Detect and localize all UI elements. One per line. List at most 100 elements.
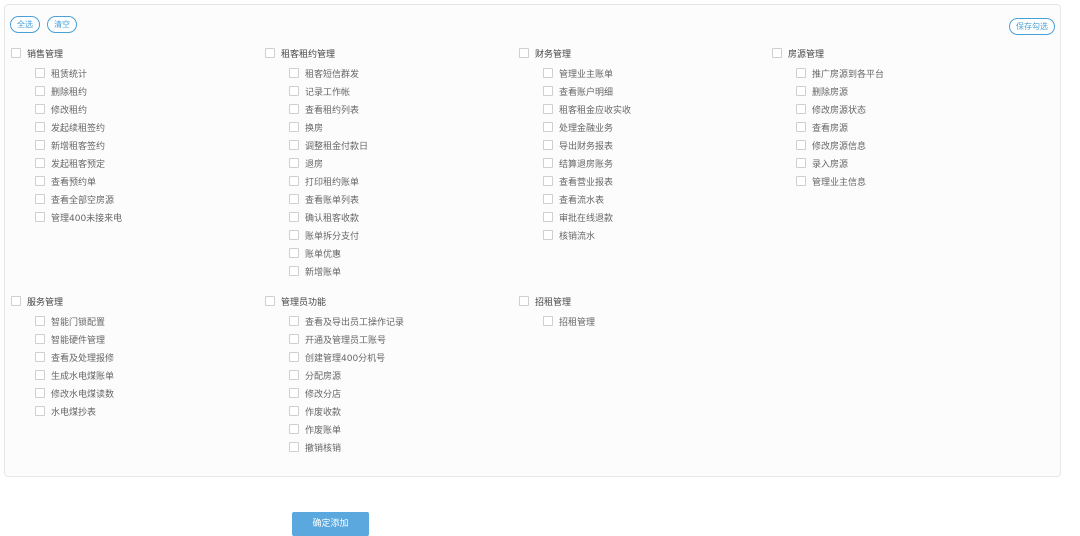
- permission-checkbox[interactable]: [35, 68, 45, 78]
- permission-checkbox[interactable]: [289, 388, 299, 398]
- permission-checkbox[interactable]: [289, 316, 299, 326]
- permission-checkbox[interactable]: [35, 158, 45, 168]
- group-checkbox[interactable]: [519, 48, 529, 58]
- permission-item[interactable]: 修改分店: [289, 384, 404, 402]
- permission-checkbox[interactable]: [796, 140, 806, 150]
- permission-checkbox[interactable]: [543, 68, 553, 78]
- permission-item[interactable]: 新增租客签约: [35, 136, 122, 154]
- permission-checkbox[interactable]: [543, 158, 553, 168]
- group-header[interactable]: 房源管理: [772, 46, 884, 60]
- save-selection-button[interactable]: 保存勾选: [1009, 18, 1055, 35]
- permission-item[interactable]: 录入房源: [796, 154, 884, 172]
- permission-item[interactable]: 招租管理: [543, 312, 595, 330]
- group-checkbox[interactable]: [265, 296, 275, 306]
- permission-item[interactable]: 处理金融业务: [543, 118, 631, 136]
- permission-checkbox[interactable]: [543, 230, 553, 240]
- permission-checkbox[interactable]: [289, 86, 299, 96]
- permission-item[interactable]: 修改租约: [35, 100, 122, 118]
- permission-checkbox[interactable]: [543, 316, 553, 326]
- permission-checkbox[interactable]: [796, 122, 806, 132]
- permission-checkbox[interactable]: [289, 122, 299, 132]
- permission-checkbox[interactable]: [543, 104, 553, 114]
- permission-item[interactable]: 查看全部空房源: [35, 190, 122, 208]
- permission-checkbox[interactable]: [543, 86, 553, 96]
- permission-item[interactable]: 水电煤抄表: [35, 402, 114, 420]
- permission-item[interactable]: 修改房源信息: [796, 136, 884, 154]
- permission-item[interactable]: 记录工作帐: [289, 82, 368, 100]
- permission-item[interactable]: 分配房源: [289, 366, 404, 384]
- permission-item[interactable]: 开通及管理员工账号: [289, 330, 404, 348]
- group-checkbox[interactable]: [519, 296, 529, 306]
- group-header[interactable]: 销售管理: [11, 46, 122, 60]
- group-checkbox[interactable]: [772, 48, 782, 58]
- permission-checkbox[interactable]: [543, 212, 553, 222]
- permission-item[interactable]: 租客租金应收实收: [543, 100, 631, 118]
- group-header[interactable]: 管理员功能: [265, 294, 404, 308]
- permission-checkbox[interactable]: [35, 212, 45, 222]
- permission-item[interactable]: 智能硬件管理: [35, 330, 114, 348]
- permission-checkbox[interactable]: [289, 352, 299, 362]
- permission-checkbox[interactable]: [543, 140, 553, 150]
- permission-item[interactable]: 推广房源到各平台: [796, 64, 884, 82]
- permission-checkbox[interactable]: [289, 176, 299, 186]
- permission-item[interactable]: 发起续租签约: [35, 118, 122, 136]
- permission-item[interactable]: 管理400未接来电: [35, 208, 122, 226]
- permission-item[interactable]: 退房: [289, 154, 368, 172]
- permission-checkbox[interactable]: [35, 176, 45, 186]
- permission-item[interactable]: 修改水电煤读数: [35, 384, 114, 402]
- permission-item[interactable]: 打印租约账单: [289, 172, 368, 190]
- permission-item[interactable]: 管理业主信息: [796, 172, 884, 190]
- group-header[interactable]: 租客租约管理: [265, 46, 368, 60]
- permission-item[interactable]: 查看营业报表: [543, 172, 631, 190]
- permission-checkbox[interactable]: [35, 352, 45, 362]
- permission-checkbox[interactable]: [796, 104, 806, 114]
- permission-item[interactable]: 查看预约单: [35, 172, 122, 190]
- permission-checkbox[interactable]: [543, 122, 553, 132]
- permission-item[interactable]: 查看租约列表: [289, 100, 368, 118]
- group-checkbox[interactable]: [11, 296, 21, 306]
- permission-checkbox[interactable]: [289, 140, 299, 150]
- permission-item[interactable]: 管理业主账单: [543, 64, 631, 82]
- permission-item[interactable]: 账单拆分支付: [289, 226, 368, 244]
- permission-item[interactable]: 核销流水: [543, 226, 631, 244]
- permission-checkbox[interactable]: [289, 334, 299, 344]
- permission-item[interactable]: 账单优惠: [289, 244, 368, 262]
- select-all-button[interactable]: 全选: [10, 16, 40, 33]
- permission-checkbox[interactable]: [289, 248, 299, 258]
- permission-checkbox[interactable]: [35, 370, 45, 380]
- permission-item[interactable]: 作废收款: [289, 402, 404, 420]
- permission-checkbox[interactable]: [289, 158, 299, 168]
- permission-item[interactable]: 创建管理400分机号: [289, 348, 404, 366]
- group-header[interactable]: 财务管理: [519, 46, 631, 60]
- permission-checkbox[interactable]: [543, 176, 553, 186]
- permission-checkbox[interactable]: [289, 194, 299, 204]
- permission-item[interactable]: 查看及导出员工操作记录: [289, 312, 404, 330]
- permission-checkbox[interactable]: [796, 158, 806, 168]
- permission-item[interactable]: 确认租客收款: [289, 208, 368, 226]
- permission-checkbox[interactable]: [35, 86, 45, 96]
- group-header[interactable]: 招租管理: [519, 294, 595, 308]
- permission-item[interactable]: 修改房源状态: [796, 100, 884, 118]
- permission-checkbox[interactable]: [35, 194, 45, 204]
- permission-item[interactable]: 换房: [289, 118, 368, 136]
- permission-checkbox[interactable]: [289, 442, 299, 452]
- permission-item[interactable]: 租赁统计: [35, 64, 122, 82]
- permission-item[interactable]: 结算退房账务: [543, 154, 631, 172]
- permission-checkbox[interactable]: [35, 104, 45, 114]
- permission-checkbox[interactable]: [289, 230, 299, 240]
- permission-item[interactable]: 查看账户明细: [543, 82, 631, 100]
- permission-item[interactable]: 导出财务报表: [543, 136, 631, 154]
- group-checkbox[interactable]: [11, 48, 21, 58]
- permission-checkbox[interactable]: [289, 406, 299, 416]
- permission-checkbox[interactable]: [543, 194, 553, 204]
- permission-item[interactable]: 生成水电煤账单: [35, 366, 114, 384]
- permission-checkbox[interactable]: [289, 68, 299, 78]
- permission-checkbox[interactable]: [289, 266, 299, 276]
- permission-item[interactable]: 查看账单列表: [289, 190, 368, 208]
- permission-checkbox[interactable]: [289, 104, 299, 114]
- permission-item[interactable]: 审批在线退款: [543, 208, 631, 226]
- group-checkbox[interactable]: [265, 48, 275, 58]
- permission-item[interactable]: 租客短信群发: [289, 64, 368, 82]
- permission-item[interactable]: 新增账单: [289, 262, 368, 280]
- permission-item[interactable]: 撤销核销: [289, 438, 404, 456]
